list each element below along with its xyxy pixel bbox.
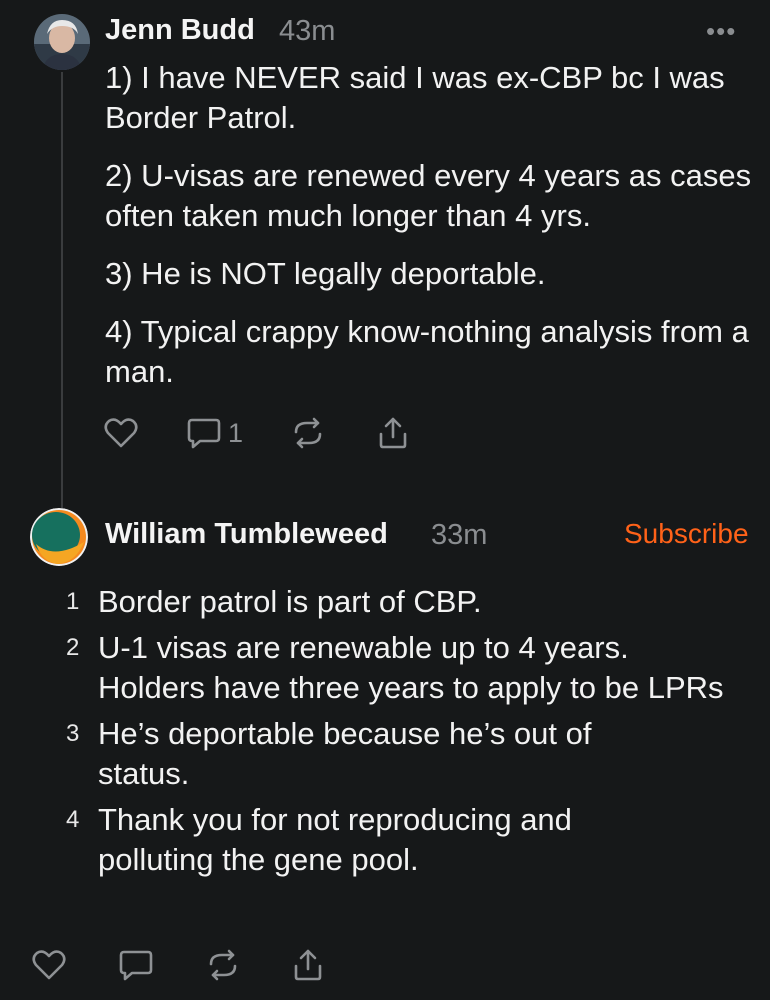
author-name[interactable]: Jenn Budd	[105, 14, 255, 47]
share-icon	[379, 417, 407, 449]
comment-button[interactable]: 1	[186, 416, 243, 450]
heart-icon	[104, 418, 138, 448]
list-text: Border patrol is part of CBP.	[98, 584, 482, 619]
comment-icon	[187, 418, 221, 449]
restack-icon	[294, 417, 322, 449]
list-item: 4 Thank you for not reproducing and poll…	[58, 800, 738, 880]
heart-icon	[32, 950, 66, 980]
post-paragraph: 1) I have NEVER said I was ex-CBP bc I w…	[105, 60, 725, 135]
subscribe-button[interactable]: Subscribe	[624, 518, 749, 550]
share-button[interactable]	[377, 416, 409, 450]
post-body: 1 Border patrol is part of CBP. 2 U-1 vi…	[58, 582, 738, 886]
restack-button[interactable]	[291, 417, 325, 449]
avatar[interactable]	[34, 14, 90, 70]
list-number: 2	[66, 634, 80, 661]
avatar[interactable]	[30, 508, 88, 566]
thread-line	[61, 72, 63, 508]
list-text: He’s deportable because he’s out of stat…	[98, 716, 592, 791]
restack-button[interactable]	[206, 949, 240, 981]
list-text: U-1 visas are renewable up to 4 years. H…	[98, 630, 724, 705]
like-button[interactable]	[104, 417, 138, 449]
author-name[interactable]: William Tumbleweed	[105, 518, 388, 551]
post-actions	[32, 948, 324, 982]
post-paragraph: 4) Typical crappy know-nothing analysis …	[105, 314, 749, 389]
post-actions: 1	[104, 416, 409, 450]
more-options-icon[interactable]: •••	[706, 16, 736, 46]
list-number: 3	[66, 720, 80, 747]
restack-icon	[209, 949, 237, 981]
list-number: 4	[66, 806, 80, 833]
list-item: 2 U-1 visas are renewable up to 4 years.…	[58, 628, 738, 708]
comment-icon	[119, 950, 153, 981]
timestamp: 33m	[431, 519, 488, 551]
comment-count: 1	[228, 417, 244, 448]
list-number: 1	[66, 588, 80, 615]
list-item: 1 Border patrol is part of CBP.	[58, 582, 738, 622]
like-button[interactable]	[32, 949, 66, 981]
share-button[interactable]	[292, 948, 324, 982]
timestamp: 43m	[279, 15, 336, 47]
share-icon	[294, 949, 322, 981]
post-body: 1) I have NEVER said I was ex-CBP bc I w…	[105, 58, 755, 410]
list-item: 3 He’s deportable because he’s out of st…	[58, 714, 738, 794]
comment-button[interactable]	[118, 948, 154, 982]
post-paragraph: 2) U-visas are renewed every 4 years as …	[105, 158, 752, 233]
list-text: Thank you for not reproducing and pollut…	[98, 802, 572, 877]
post-paragraph: 3) He is NOT legally deportable.	[105, 256, 546, 291]
